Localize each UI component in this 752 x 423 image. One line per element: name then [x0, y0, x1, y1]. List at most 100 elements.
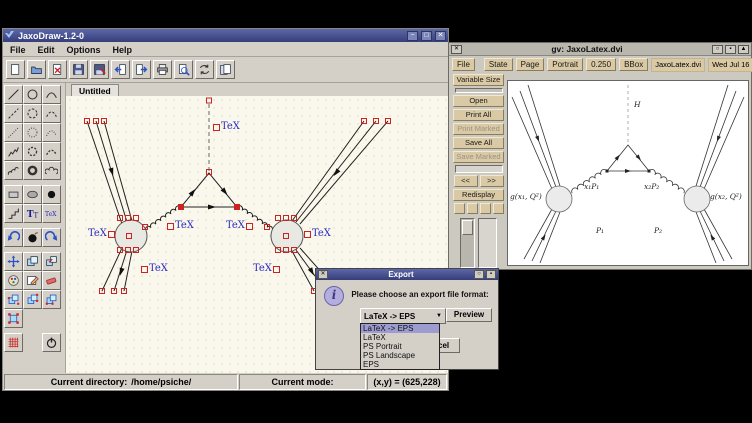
export-option[interactable]: PS Landscape	[361, 351, 439, 360]
gv-tool-button-1[interactable]	[454, 203, 465, 214]
canvas-tex-label[interactable]: TeX	[253, 264, 280, 274]
dialog-title-bar[interactable]: ✕ Export ○ ▪	[316, 269, 498, 280]
latex-button[interactable]	[216, 60, 235, 79]
gv-print-all-button[interactable]: Print All	[453, 109, 504, 121]
tool-power[interactable]	[42, 333, 61, 352]
save-as-button[interactable]	[90, 60, 109, 79]
tool-blob[interactable]	[23, 185, 42, 204]
circle-icon[interactable]: ○	[712, 45, 723, 54]
gv-state-button[interactable]: State	[484, 58, 513, 71]
print-button[interactable]	[153, 60, 172, 79]
canvas-tex-label[interactable]: TeX	[304, 229, 331, 239]
menu-options[interactable]: Options	[67, 45, 101, 55]
tool-text[interactable]: TT	[23, 204, 42, 223]
tool-grid[interactable]	[4, 333, 23, 352]
gv-page[interactable]: Hx₁P₁x₂P₂g(x₁, Q²)g(x₂, Q²)P₁P₂	[507, 80, 749, 266]
tool-fermion-arc[interactable]	[42, 85, 61, 104]
import-button[interactable]	[111, 60, 130, 79]
gv-tool-button-3[interactable]	[480, 203, 491, 214]
gv-scale-button[interactable]: 0.250	[586, 58, 616, 71]
tool-group[interactable]	[4, 290, 23, 309]
gv-prev-page-button[interactable]: <<	[454, 175, 478, 187]
preview-button[interactable]: Preview	[446, 308, 492, 322]
tool-fermion-line[interactable]	[4, 85, 23, 104]
gv-tool-button-4[interactable]	[493, 203, 504, 214]
gv-save-all-button[interactable]: Save All	[453, 137, 504, 149]
menu-help[interactable]: Help	[113, 45, 133, 55]
tool-ghost-line[interactable]	[4, 123, 23, 142]
tool-ghost-arc[interactable]	[42, 123, 61, 142]
canvas-tex-label[interactable]: TeX	[167, 221, 194, 231]
dot-icon[interactable]: ▪	[725, 45, 736, 54]
tool-group-front[interactable]	[23, 290, 42, 309]
gv-redisplay-button[interactable]: Redisplay	[453, 189, 504, 201]
tool-photon-line[interactable]	[4, 142, 23, 161]
tool-undo[interactable]	[4, 228, 23, 247]
save-button[interactable]	[69, 60, 88, 79]
export-option[interactable]: EPS	[361, 360, 439, 369]
gv-bbox-button[interactable]: BBox	[619, 58, 648, 71]
export-option[interactable]: LaTeX -> EPS	[361, 324, 439, 333]
tool-photon-arc[interactable]	[42, 142, 61, 161]
export-option[interactable]: LaTeX	[361, 333, 439, 342]
tool-clear[interactable]	[23, 228, 42, 247]
format-combobox[interactable]: LaTeX -> EPS ▼	[360, 308, 446, 324]
gv-variable-size-button[interactable]: Variable Size	[453, 74, 504, 86]
tool-fermion-loop[interactable]	[23, 85, 42, 104]
tool-color[interactable]	[4, 271, 23, 290]
tool-eraser[interactable]	[42, 271, 61, 290]
edit-icon	[26, 274, 39, 287]
maximize-icon[interactable]: □	[421, 31, 432, 41]
tab-untitled[interactable]: Untitled	[71, 84, 119, 96]
close-icon[interactable]: ✕	[451, 45, 462, 54]
gv-title-bar[interactable]: ✕ gv: JaxoLatex.dvi ○ ▪ ▲	[449, 43, 751, 56]
minimize-icon[interactable]: −	[407, 31, 418, 41]
gv-tool-button-2[interactable]	[467, 203, 478, 214]
tool-vertex[interactable]	[42, 185, 61, 204]
menu-file[interactable]: File	[10, 45, 26, 55]
tool-ghost-loop[interactable]	[23, 123, 42, 142]
tool-ungroup[interactable]	[4, 309, 23, 328]
tool-box[interactable]	[4, 185, 23, 204]
new-file-button[interactable]	[6, 60, 25, 79]
gv-orientation-button[interactable]: Portrait	[547, 58, 583, 71]
tool-scalar-line[interactable]	[4, 104, 23, 123]
tool-scalar-loop[interactable]	[23, 104, 42, 123]
canvas-tex-label[interactable]: TeX	[88, 229, 115, 239]
gv-page-button[interactable]: Page	[516, 58, 545, 71]
tool-photon-loop[interactable]	[23, 142, 42, 161]
tool-move[interactable]	[4, 252, 23, 271]
circle-icon[interactable]: ○	[474, 270, 484, 279]
tool-duplicate[interactable]	[23, 252, 42, 271]
gv-open-button[interactable]: Open	[453, 95, 504, 107]
canvas-tex-label[interactable]: TeX	[213, 122, 240, 132]
tool-latex-text[interactable]: TeX	[42, 204, 61, 223]
tool-gluon-loop[interactable]	[23, 161, 42, 180]
tool-redo[interactable]	[42, 228, 61, 247]
close-file-button[interactable]	[48, 60, 67, 79]
tool-scalar-arc[interactable]	[42, 104, 61, 123]
open-file-button[interactable]	[27, 60, 46, 79]
tool-gluon-line[interactable]	[4, 161, 23, 180]
gv-file-button[interactable]: File	[452, 58, 475, 71]
gv-next-page-button[interactable]: >>	[480, 175, 504, 187]
canvas-tex-label[interactable]: TeX	[226, 221, 253, 231]
title-bar[interactable]: JaxoDraw-1.2-0 − □ ✕	[3, 29, 448, 42]
tool-gluon-arc[interactable]	[42, 161, 61, 180]
dot-icon[interactable]: ▪	[486, 270, 496, 279]
menu-edit[interactable]: Edit	[38, 45, 55, 55]
preview-button[interactable]	[174, 60, 193, 79]
export-option[interactable]: PS Portrait	[361, 342, 439, 351]
gv-zoom-slider[interactable]	[460, 218, 475, 268]
tool-group-back[interactable]	[42, 290, 61, 309]
export-button[interactable]	[132, 60, 151, 79]
tool-edit[interactable]	[23, 271, 42, 290]
tool-copy[interactable]	[42, 252, 61, 271]
slider-thumb[interactable]	[462, 220, 473, 235]
tool-zigzag[interactable]	[4, 204, 23, 223]
up-triangle-icon[interactable]: ▲	[738, 45, 749, 54]
canvas-tex-label[interactable]: TeX	[141, 264, 168, 274]
close-icon[interactable]: ✕	[318, 270, 328, 279]
close-icon[interactable]: ✕	[435, 31, 446, 41]
refresh-button[interactable]	[195, 60, 214, 79]
